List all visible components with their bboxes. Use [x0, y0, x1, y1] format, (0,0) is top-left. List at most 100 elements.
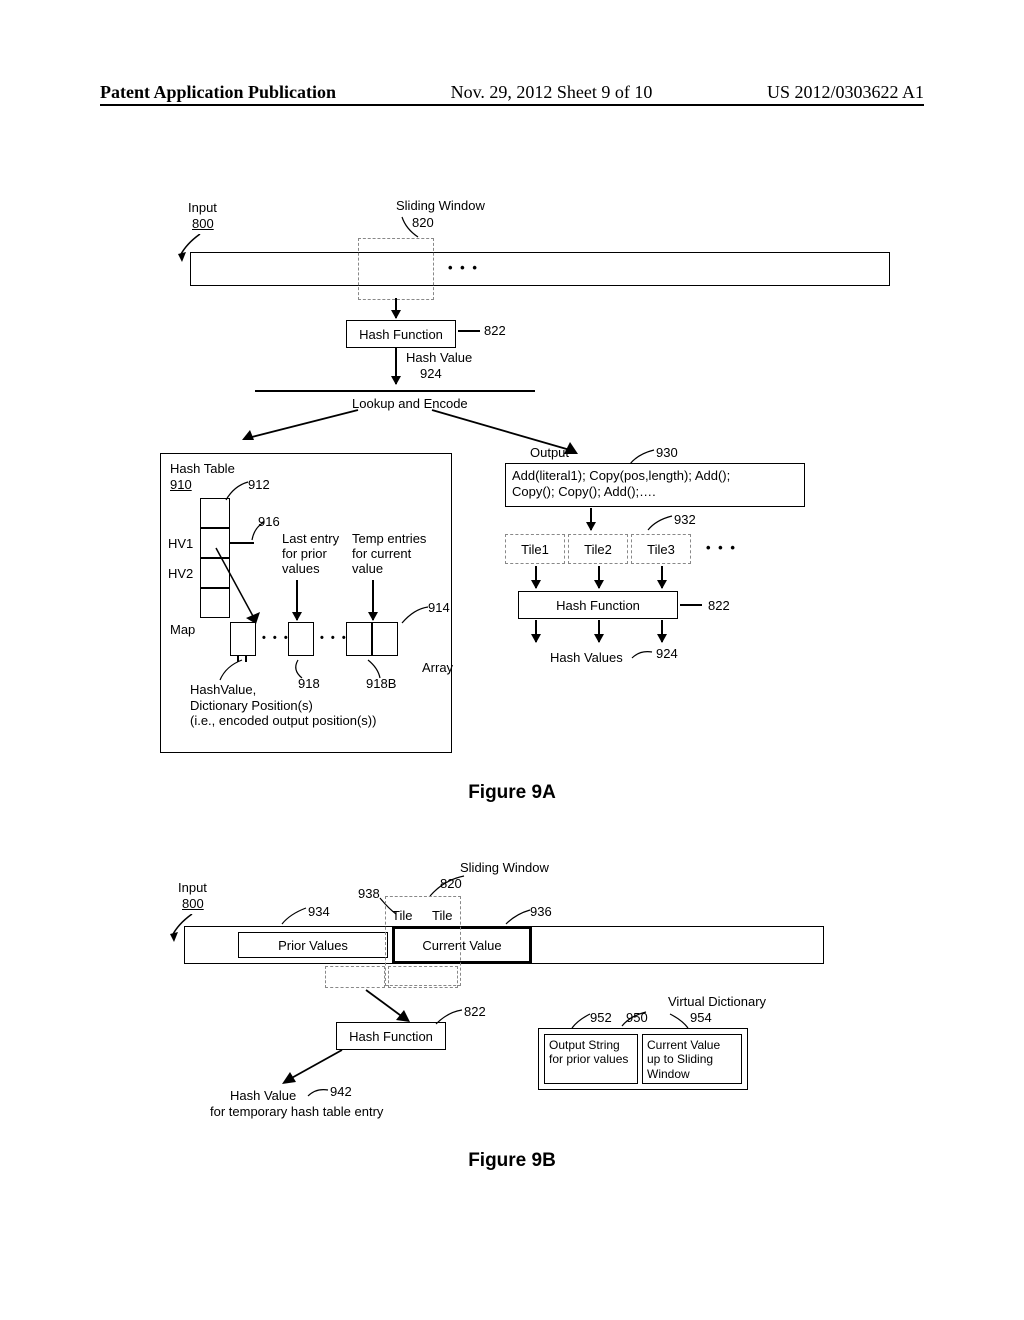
hash-values-leader	[630, 648, 654, 662]
arrow-temp-to-array	[372, 580, 374, 620]
array-cell-1	[230, 622, 256, 656]
hash-table-label: Hash Table	[170, 461, 235, 476]
output-label: Output	[530, 445, 569, 460]
cur-slide-l1: Current Value	[647, 1038, 737, 1052]
hash-fn2-num: 822	[708, 598, 730, 613]
map-caption-l1: HashValue,	[190, 682, 376, 698]
array-cell-2	[288, 622, 314, 656]
sliding-window-num: 820	[412, 215, 434, 230]
map-caption: HashValue, Dictionary Position(s) (i.e.,…	[190, 682, 376, 729]
array-dots-2: • • •	[320, 632, 348, 644]
hashfnB-leader	[434, 1008, 464, 1028]
hashfnB-box: Hash Function	[336, 1022, 446, 1050]
cur-slide-l3: Window	[647, 1067, 737, 1081]
prior-entries-l2: for prior	[282, 547, 339, 562]
arrow-hv-c	[661, 620, 663, 642]
tile1-text: Tile1	[521, 542, 549, 557]
prior-num-leader	[280, 906, 308, 928]
hash-values-label: Hash Values	[550, 650, 623, 665]
temp-entries-caption: Temp entries for current value	[352, 532, 426, 577]
page-header: Patent Application Publication Nov. 29, …	[100, 82, 924, 103]
map-caption-l2: Dictionary Position(s)	[190, 698, 376, 714]
arrow-t1	[535, 566, 537, 588]
hashvalB-label: Hash Value	[230, 1088, 296, 1103]
hv2-label: HV2	[168, 566, 193, 581]
figure-9a-title: Figure 9A	[130, 782, 894, 804]
tiles-dots: • • •	[706, 540, 737, 555]
out-prior-l2: for prior values	[549, 1052, 633, 1066]
header-left: Patent Application Publication	[100, 82, 336, 103]
tiles-leader	[646, 514, 674, 534]
slidingB-label: Sliding Window	[460, 860, 549, 875]
arrow-output-to-tiles	[590, 508, 592, 530]
hash-function-label: Hash Function	[359, 327, 443, 342]
figure-9b: Input 800 Sliding Window 820 938 934 936…	[130, 860, 894, 1190]
map-caption-l3: (i.e., encoded output position(s))	[190, 713, 376, 729]
inputB-num: 800	[182, 896, 204, 911]
arrow-hashfn-to-hv	[280, 1048, 350, 1088]
tile-left-box	[325, 966, 385, 988]
hash-fn-leader	[458, 330, 480, 332]
tiles-num: 932	[674, 512, 696, 527]
prior-entries-caption: Last entry for prior values	[282, 532, 339, 577]
arrow-to-hashfn-B	[356, 988, 416, 1024]
hashvalB-leader	[306, 1086, 330, 1100]
arrow-prior-to-array	[296, 580, 298, 620]
map-label: Map	[170, 622, 195, 637]
array-cell-3	[346, 622, 372, 656]
inputB-label: Input	[178, 880, 207, 895]
current-num-leader	[504, 908, 532, 928]
input-label: Input	[188, 200, 217, 215]
strip-dots: • • •	[448, 260, 479, 275]
hash-function-box: Hash Function	[346, 320, 456, 348]
temp-entries-l1: Temp entries	[352, 532, 426, 547]
arrow-hv-a	[535, 620, 537, 642]
hashfnB-num: 822	[464, 1004, 486, 1019]
header-center: Nov. 29, 2012 Sheet 9 of 10	[451, 82, 653, 103]
header-right: US 2012/0303622 A1	[767, 82, 924, 103]
prior-values-box: Prior Values	[238, 932, 388, 958]
figure-9a: Input 800 Sliding Window 820 • • • Hash …	[130, 180, 894, 820]
input-strip	[190, 252, 890, 286]
out-prior-l1: Output String	[549, 1038, 633, 1052]
arrow-to-hashtable	[240, 408, 360, 448]
array-num: 914	[428, 600, 450, 615]
entry-curve	[250, 520, 268, 545]
vdict-label: Virtual Dictionary	[668, 994, 766, 1009]
output-line1: Add(literal1); Copy(pos,length); Add();	[512, 468, 798, 484]
tile1: Tile1	[505, 534, 565, 564]
hash-fn2-leader	[680, 604, 702, 606]
sliding-window-box	[358, 238, 434, 300]
arrow-to-lookup	[395, 366, 397, 384]
prior-entries-l1: Last entry	[282, 532, 339, 547]
array-label: Array	[422, 660, 453, 675]
prior-num: 934	[308, 904, 330, 919]
hash-value-label: Hash Value	[406, 350, 472, 365]
cur-slide-box: Current Value up to Sliding Window	[642, 1034, 742, 1084]
cur-slide-num: 954	[690, 1010, 712, 1025]
prior-entries-l3: values	[282, 562, 339, 577]
temp-entries-l2: for current	[352, 547, 426, 562]
array-dots-1: • • •	[262, 632, 290, 644]
tile-num: 938	[358, 886, 380, 901]
arrow-hv-b	[598, 620, 600, 642]
hash-fn2-label: Hash Function	[556, 598, 640, 613]
arrow-hv1-to-array	[214, 546, 274, 626]
sliding-window-label: Sliding Window	[396, 198, 485, 213]
hash-fn-num: 822	[484, 323, 506, 338]
slidingB-num: 820	[440, 876, 462, 891]
hashfnB-label: Hash Function	[349, 1029, 433, 1044]
tile2: Tile2	[568, 534, 628, 564]
tile2-text: Tile2	[584, 542, 612, 557]
output-box: Add(literal1); Copy(pos,length); Add(); …	[505, 463, 805, 507]
output-num: 930	[656, 445, 678, 460]
array-914-leader	[400, 605, 430, 627]
cur-slide-l2: up to Sliding	[647, 1052, 737, 1066]
hv1-label: HV1	[168, 536, 193, 551]
col-num: 912	[248, 477, 270, 492]
output-line2: Copy(); Copy(); Add();….	[512, 484, 798, 500]
out-prior-box: Output String for prior values	[544, 1034, 638, 1084]
temp-entries-l3: value	[352, 562, 426, 577]
vdict-num: 950	[626, 1010, 648, 1025]
arrow-t2	[598, 566, 600, 588]
